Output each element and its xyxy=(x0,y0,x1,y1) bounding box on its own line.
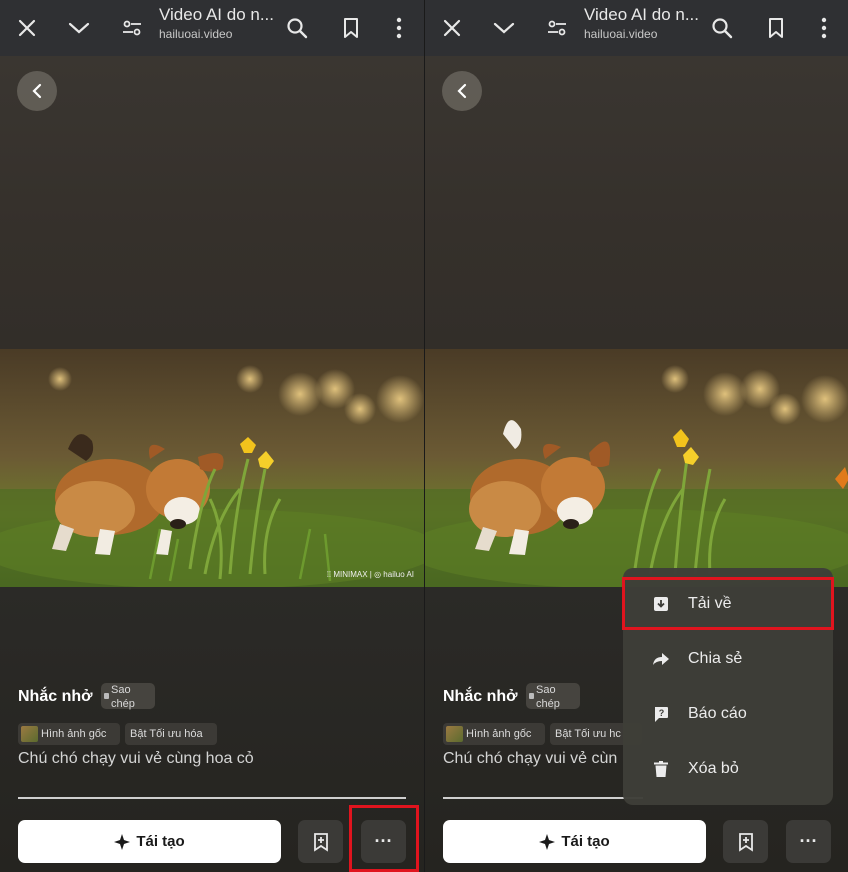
page-settings-icon[interactable] xyxy=(114,10,150,46)
regenerate-label: Tái tạo xyxy=(136,833,185,850)
regenerate-button[interactable]: Tái tạo xyxy=(18,820,281,863)
chevron-left-icon xyxy=(32,83,42,99)
more-options-button[interactable]: ··· xyxy=(786,820,831,863)
page-domain: hailuoai.video xyxy=(159,27,233,41)
puppy-image xyxy=(0,349,424,587)
prompt-title: Nhắc nhở xyxy=(18,688,93,705)
copy-button[interactable]: Sao chép xyxy=(101,683,155,710)
watermark: ⁞⁞ MINIMAX | ◎ hailuo AI xyxy=(326,570,414,579)
save-to-collection-button[interactable] xyxy=(298,820,343,863)
video-frame[interactable] xyxy=(425,349,848,587)
original-image-label: Hình ảnh gốc xyxy=(466,728,532,740)
screen-left: Video AI do n... hailuoai.video ⁞⁞ MINIM… xyxy=(0,0,424,872)
page-title-block[interactable]: Video AI do n... hailuoai.video xyxy=(159,5,279,41)
more-vert-icon[interactable] xyxy=(806,10,842,46)
menu-item-label: Báo cáo xyxy=(688,705,747,722)
chevron-down-icon[interactable] xyxy=(61,10,97,46)
search-icon[interactable] xyxy=(704,10,740,46)
search-icon[interactable] xyxy=(279,10,315,46)
highlight-download-item xyxy=(622,577,834,630)
page-title-block[interactable]: Video AI do n... hailuoai.video xyxy=(584,5,704,41)
menu-item-label: Xóa bỏ xyxy=(688,760,739,777)
video-frame[interactable]: ⁞⁞ MINIMAX | ◎ hailuo AI xyxy=(0,349,424,587)
puppy-image xyxy=(425,349,848,587)
menu-item-delete[interactable]: Xóa bỏ xyxy=(623,745,833,793)
more-vert-icon[interactable] xyxy=(381,10,417,46)
page-settings-icon[interactable] xyxy=(539,10,575,46)
bookmark-add-icon xyxy=(313,832,328,852)
original-thumbnail xyxy=(446,726,463,742)
video-backdrop xyxy=(0,56,424,349)
back-button[interactable] xyxy=(17,71,57,111)
bookmark-icon[interactable] xyxy=(333,10,369,46)
copy-button[interactable]: Sao chép xyxy=(526,683,580,710)
regenerate-label: Tái tạo xyxy=(561,833,610,850)
copy-label: Sao chép xyxy=(536,684,560,710)
optimize-label: Bật Tối ưu hc xyxy=(555,728,621,740)
original-image-label: Hình ảnh gốc xyxy=(41,728,107,740)
save-to-collection-button[interactable] xyxy=(723,820,768,863)
optimize-chip[interactable]: Bật Tối ưu hóa xyxy=(125,723,217,745)
sparkle-icon xyxy=(114,833,131,850)
back-button[interactable] xyxy=(442,71,482,111)
more-horizontal-icon: ··· xyxy=(799,831,818,851)
bookmark-icon[interactable] xyxy=(758,10,794,46)
share-icon xyxy=(650,652,672,666)
browser-toolbar: Video AI do n... hailuoai.video xyxy=(0,0,424,56)
original-image-chip[interactable]: Hình ảnh gốc xyxy=(18,723,120,745)
menu-item-report[interactable]: ? Báo cáo xyxy=(623,690,833,738)
regenerate-button[interactable]: Tái tạo xyxy=(443,820,706,863)
browser-toolbar: Video AI do n... hailuoai.video xyxy=(425,0,848,56)
prompt-text: Chú chó chạy vui vẻ cùn xyxy=(443,750,618,767)
progress-bar[interactable] xyxy=(18,797,406,799)
video-backdrop xyxy=(425,56,848,349)
page-domain: hailuoai.video xyxy=(584,27,658,41)
delete-icon xyxy=(650,761,672,777)
bookmark-add-icon xyxy=(738,832,753,852)
menu-item-share[interactable]: Chia sẻ xyxy=(623,635,833,683)
optimize-label: Bật Tối ưu hóa xyxy=(130,728,203,740)
prompt-title: Nhắc nhở xyxy=(443,688,518,705)
copy-icon xyxy=(529,693,534,699)
svg-text:?: ? xyxy=(659,708,665,718)
progress-bar[interactable] xyxy=(443,797,643,799)
original-thumbnail xyxy=(21,726,38,742)
original-image-chip[interactable]: Hình ảnh gốc xyxy=(443,723,545,745)
chevron-left-icon xyxy=(457,83,467,99)
prompt-text: Chú chó chạy vui vẻ cùng hoa cỏ xyxy=(18,750,254,767)
page-title: Video AI do n... xyxy=(159,5,274,24)
close-icon[interactable] xyxy=(434,10,470,46)
menu-item-label: Chia sẻ xyxy=(688,650,743,667)
page-title: Video AI do n... xyxy=(584,5,699,24)
copy-icon xyxy=(104,693,109,699)
close-icon[interactable] xyxy=(9,10,45,46)
highlight-more-button xyxy=(349,805,419,872)
sparkle-icon xyxy=(539,833,556,850)
report-icon: ? xyxy=(650,706,672,723)
chevron-down-icon[interactable] xyxy=(486,10,522,46)
screen-right: Video AI do n... hailuoai.video Nhắc nhở… xyxy=(424,0,848,872)
copy-label: Sao chép xyxy=(111,684,135,710)
